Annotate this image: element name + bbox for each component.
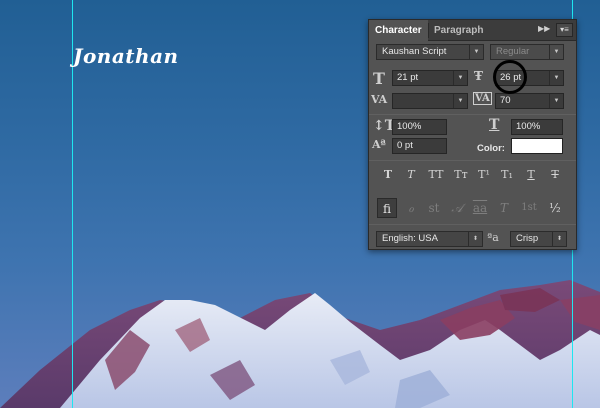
- font-family-select[interactable]: Kaushan Script ▼: [376, 44, 484, 60]
- highlight-circle-annotation: [493, 60, 527, 94]
- all-caps-button[interactable]: TT: [425, 166, 447, 184]
- panel-tabbar: Character Paragraph ▶▶ ▾≡: [369, 20, 576, 41]
- titling-alternates-button[interactable]: T: [494, 198, 514, 218]
- antialias-select[interactable]: Crisp ⬍: [510, 231, 567, 247]
- leading-icon: Ŧ: [474, 69, 483, 83]
- horizontal-scale-icon: T: [489, 117, 500, 133]
- antialias-value: Crisp: [516, 233, 539, 244]
- font-size-input[interactable]: 21 pt ▼: [392, 70, 468, 86]
- panel-divider: [369, 224, 576, 225]
- font-size-icon: T: [373, 69, 385, 88]
- tracking-icon: VA: [473, 92, 492, 105]
- chevron-down-icon: ▼: [549, 45, 563, 59]
- underline-button[interactable]: T: [522, 166, 540, 184]
- subscript-button[interactable]: T₁: [498, 166, 516, 184]
- swash-button[interactable]: 𝒜: [447, 198, 467, 218]
- ordinals-button[interactable]: 1st: [516, 198, 542, 218]
- vertical-scale-input[interactable]: 100%: [392, 119, 447, 135]
- stylistic-alternates-button[interactable]: aa: [470, 198, 490, 218]
- tracking-input[interactable]: 70 ▼: [495, 93, 564, 109]
- font-family-value: Kaushan Script: [382, 46, 447, 57]
- baseline-shift-input[interactable]: 0 pt: [392, 138, 447, 154]
- language-select[interactable]: English: USA ⬍: [376, 231, 483, 247]
- baseline-shift-icon: Aª: [372, 138, 386, 151]
- ligatures-button[interactable]: ﬁ: [377, 198, 397, 218]
- tab-paragraph[interactable]: Paragraph: [428, 20, 489, 41]
- kerning-icon: VA: [371, 93, 388, 106]
- antialias-icon: ªa: [487, 231, 499, 244]
- double-chevron-right-icon[interactable]: ▶▶: [538, 24, 550, 33]
- font-style-select[interactable]: Regular ▼: [490, 44, 564, 60]
- canvas-text-layer[interactable]: Jonathan: [73, 44, 179, 68]
- up-down-arrows-icon: ⬍: [552, 232, 566, 246]
- superscript-button[interactable]: T¹: [475, 166, 493, 184]
- language-value: English: USA: [382, 233, 438, 244]
- font-style-value: Regular: [496, 46, 530, 57]
- chevron-down-icon[interactable]: ▼: [549, 94, 563, 108]
- font-size-value: 21 pt: [397, 72, 419, 83]
- fractions-button[interactable]: ½: [545, 198, 565, 218]
- chevron-down-icon[interactable]: ▼: [549, 71, 563, 85]
- discretionary-ligatures-button[interactable]: ℴ: [401, 198, 421, 218]
- strikethrough-button[interactable]: T: [546, 166, 564, 184]
- color-label: Color:: [477, 143, 505, 154]
- vertical-scale-value: 100%: [397, 121, 422, 132]
- chevron-down-icon: ▼: [469, 45, 483, 59]
- kerning-input[interactable]: ▼: [392, 93, 468, 109]
- horizontal-scale-value: 100%: [516, 121, 541, 132]
- chevron-down-icon[interactable]: ▼: [453, 94, 467, 108]
- up-down-arrows-icon: ⬍: [468, 232, 482, 246]
- panel-divider: [369, 114, 576, 115]
- panel-menu-icon[interactable]: ▾≡: [556, 23, 573, 37]
- baseline-shift-value: 0 pt: [397, 140, 413, 151]
- contextual-alternates-button[interactable]: st: [424, 198, 444, 218]
- character-panel: Character Paragraph ▶▶ ▾≡ Kaushan Script…: [368, 19, 577, 250]
- faux-bold-button[interactable]: T: [379, 166, 397, 184]
- horizontal-scale-input[interactable]: 100%: [511, 119, 563, 135]
- chevron-down-icon[interactable]: ▼: [453, 71, 467, 85]
- small-caps-button[interactable]: Tт: [450, 166, 472, 184]
- tab-character[interactable]: Character: [369, 20, 428, 41]
- text-color-swatch[interactable]: [511, 138, 563, 154]
- faux-italic-button[interactable]: T: [402, 166, 420, 184]
- tracking-value: 70: [500, 95, 511, 106]
- panel-divider: [369, 160, 576, 161]
